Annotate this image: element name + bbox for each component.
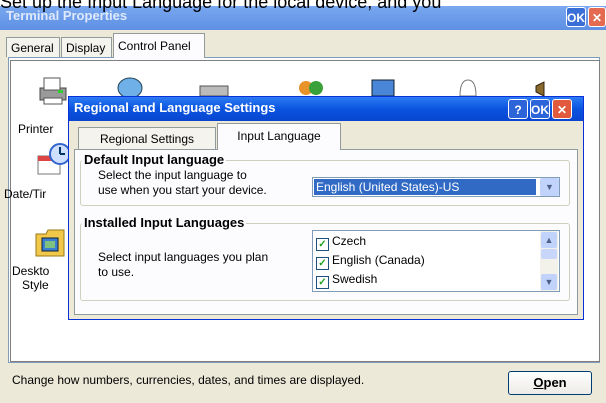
installed-input-languages-heading: Installed Input Languages	[82, 215, 247, 230]
language-name: English (Canada)	[332, 253, 425, 267]
dialog-close-button[interactable]: ✕	[552, 99, 572, 119]
scroll-thumb[interactable]	[541, 249, 557, 259]
status-description: Change how numbers, currencies, dates, a…	[12, 373, 365, 387]
installed-desc-line2: to use.	[98, 265, 135, 279]
tab-input-language[interactable]: Input Language	[217, 123, 341, 150]
open-button-label: pen	[543, 375, 567, 390]
language-name: Swedish	[332, 272, 378, 286]
language-name: Czech	[332, 234, 367, 248]
desktop-style-label-line1: Deskto	[12, 264, 50, 278]
open-button[interactable]: Open	[508, 371, 592, 395]
list-item[interactable]: ✓ Swedish	[316, 271, 378, 289]
mouse-icon[interactable]	[450, 76, 486, 97]
control-item-printer[interactable]: Printer	[18, 122, 53, 136]
tab-control-panel[interactable]: Control Panel	[113, 33, 205, 58]
default-language-selected-value[interactable]: English (United States)-US	[314, 179, 536, 195]
dialog-title: Regional and Language Settings	[74, 100, 276, 115]
installed-languages-description: Select input languages you plan to use.	[98, 250, 268, 280]
display-icon[interactable]	[366, 76, 402, 97]
default-desc-line2: use when you start your device.	[98, 183, 267, 197]
control-item-date-time[interactable]: Date/Tir	[4, 187, 46, 201]
volume-icon[interactable]	[528, 76, 564, 97]
instruction-caption: Set up the Input Language for the local …	[0, 0, 442, 12]
dialog-help-button[interactable]: ?	[508, 99, 528, 119]
scroll-down-icon[interactable]: ▼	[541, 274, 557, 290]
keyboard-icon[interactable]	[196, 80, 232, 97]
checkbox-czech[interactable]: ✓	[316, 238, 329, 251]
scroll-up-icon[interactable]: ▲	[541, 232, 557, 248]
chevron-down-icon[interactable]: ▼	[540, 178, 559, 196]
default-language-description: Select the input language to use when yo…	[98, 168, 267, 198]
network-icon[interactable]	[112, 74, 148, 99]
tab-general[interactable]: General	[6, 37, 60, 57]
default-desc-line1: Select the input language to	[98, 168, 247, 182]
desktop-style-label-line2: Style	[22, 278, 49, 292]
checkbox-swedish[interactable]: ✓	[316, 276, 329, 289]
checkbox-english-canada[interactable]: ✓	[316, 257, 329, 270]
tab-regional-settings[interactable]: Regional Settings	[78, 127, 216, 149]
installed-desc-line1: Select input languages you plan	[98, 250, 269, 264]
dialog-ok-button[interactable]: OK	[530, 99, 550, 119]
desktop-style-icon[interactable]	[34, 226, 70, 260]
tab-display[interactable]: Display	[61, 37, 112, 57]
printer-icon[interactable]	[36, 74, 72, 108]
default-input-language-heading: Default Input language	[82, 152, 227, 167]
control-item-desktop-style[interactable]: Deskto Style	[12, 264, 49, 292]
list-item[interactable]: ✓ Czech	[316, 233, 367, 251]
open-button-mnemonic: O	[533, 375, 544, 390]
users-icon[interactable]	[294, 76, 330, 96]
date-time-icon[interactable]	[36, 142, 72, 176]
list-item[interactable]: ✓ English (Canada)	[316, 252, 425, 270]
